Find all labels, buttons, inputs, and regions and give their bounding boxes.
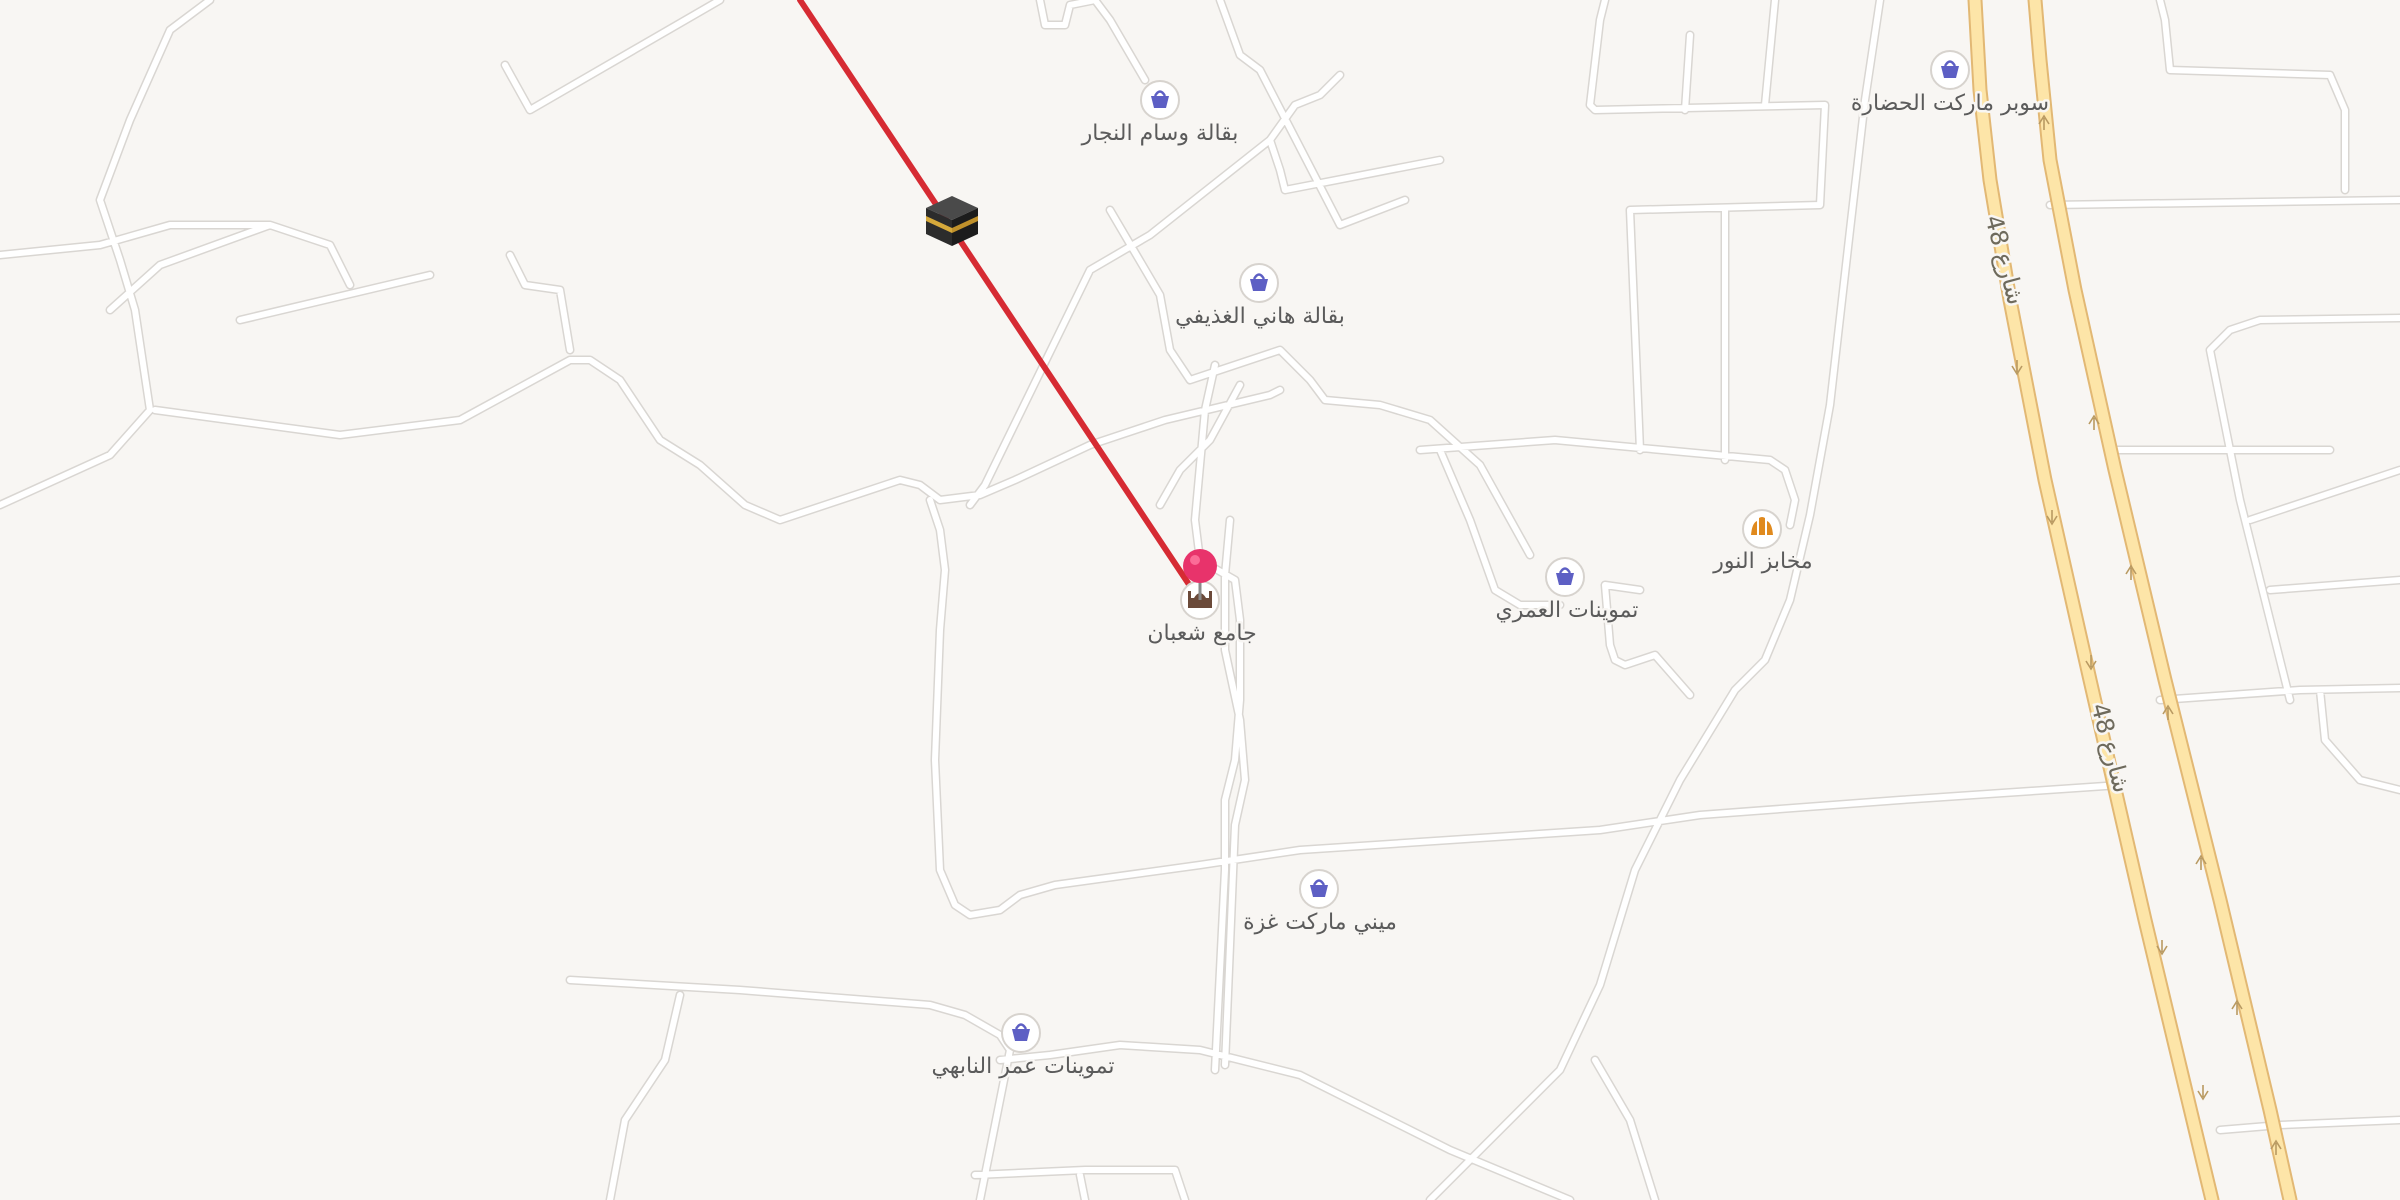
poi-label-ghaza: ميني ماركت غزة xyxy=(1243,910,1397,935)
shopping-basket-icon[interactable] xyxy=(1930,50,1970,90)
route-line xyxy=(797,0,1199,598)
shopping-basket-icon[interactable] xyxy=(1299,869,1339,909)
shopping-basket-icon[interactable] xyxy=(1545,557,1585,597)
highway-casing xyxy=(1967,0,2220,1200)
road-label-48-north: شارع 48 xyxy=(1979,212,2030,308)
map-base: شارع 48 شارع 48 بقالة وسام النجار بقالة … xyxy=(0,0,2400,1200)
poi-label-hadara: سوبر ماركت الحضارة xyxy=(1851,91,2049,116)
poi-label-shaban: جامع شعبان xyxy=(1147,621,1256,646)
highway-48 xyxy=(1967,0,2298,1200)
poi-label-wasam: بقالة وسام النجار xyxy=(1081,121,1239,146)
map-canvas[interactable]: شارع 48 شارع 48 بقالة وسام النجار بقالة … xyxy=(0,0,2400,1200)
shopping-basket-icon[interactable] xyxy=(1239,263,1279,303)
bakery-icon[interactable] xyxy=(1742,509,1782,549)
poi-label-nour: مخابز النور xyxy=(1712,549,1812,574)
poi-label-hani: بقالة هاني الغذيفي xyxy=(1175,304,1345,329)
shopping-basket-icon[interactable] xyxy=(1001,1013,1041,1053)
poi-label-omari: تموينات العمري xyxy=(1496,598,1639,623)
poi-label-omar: تموينات عمر النابهي xyxy=(931,1054,1114,1079)
shopping-basket-icon[interactable] xyxy=(1140,80,1180,120)
road-label-48-south: شارع 48 xyxy=(2085,700,2136,796)
